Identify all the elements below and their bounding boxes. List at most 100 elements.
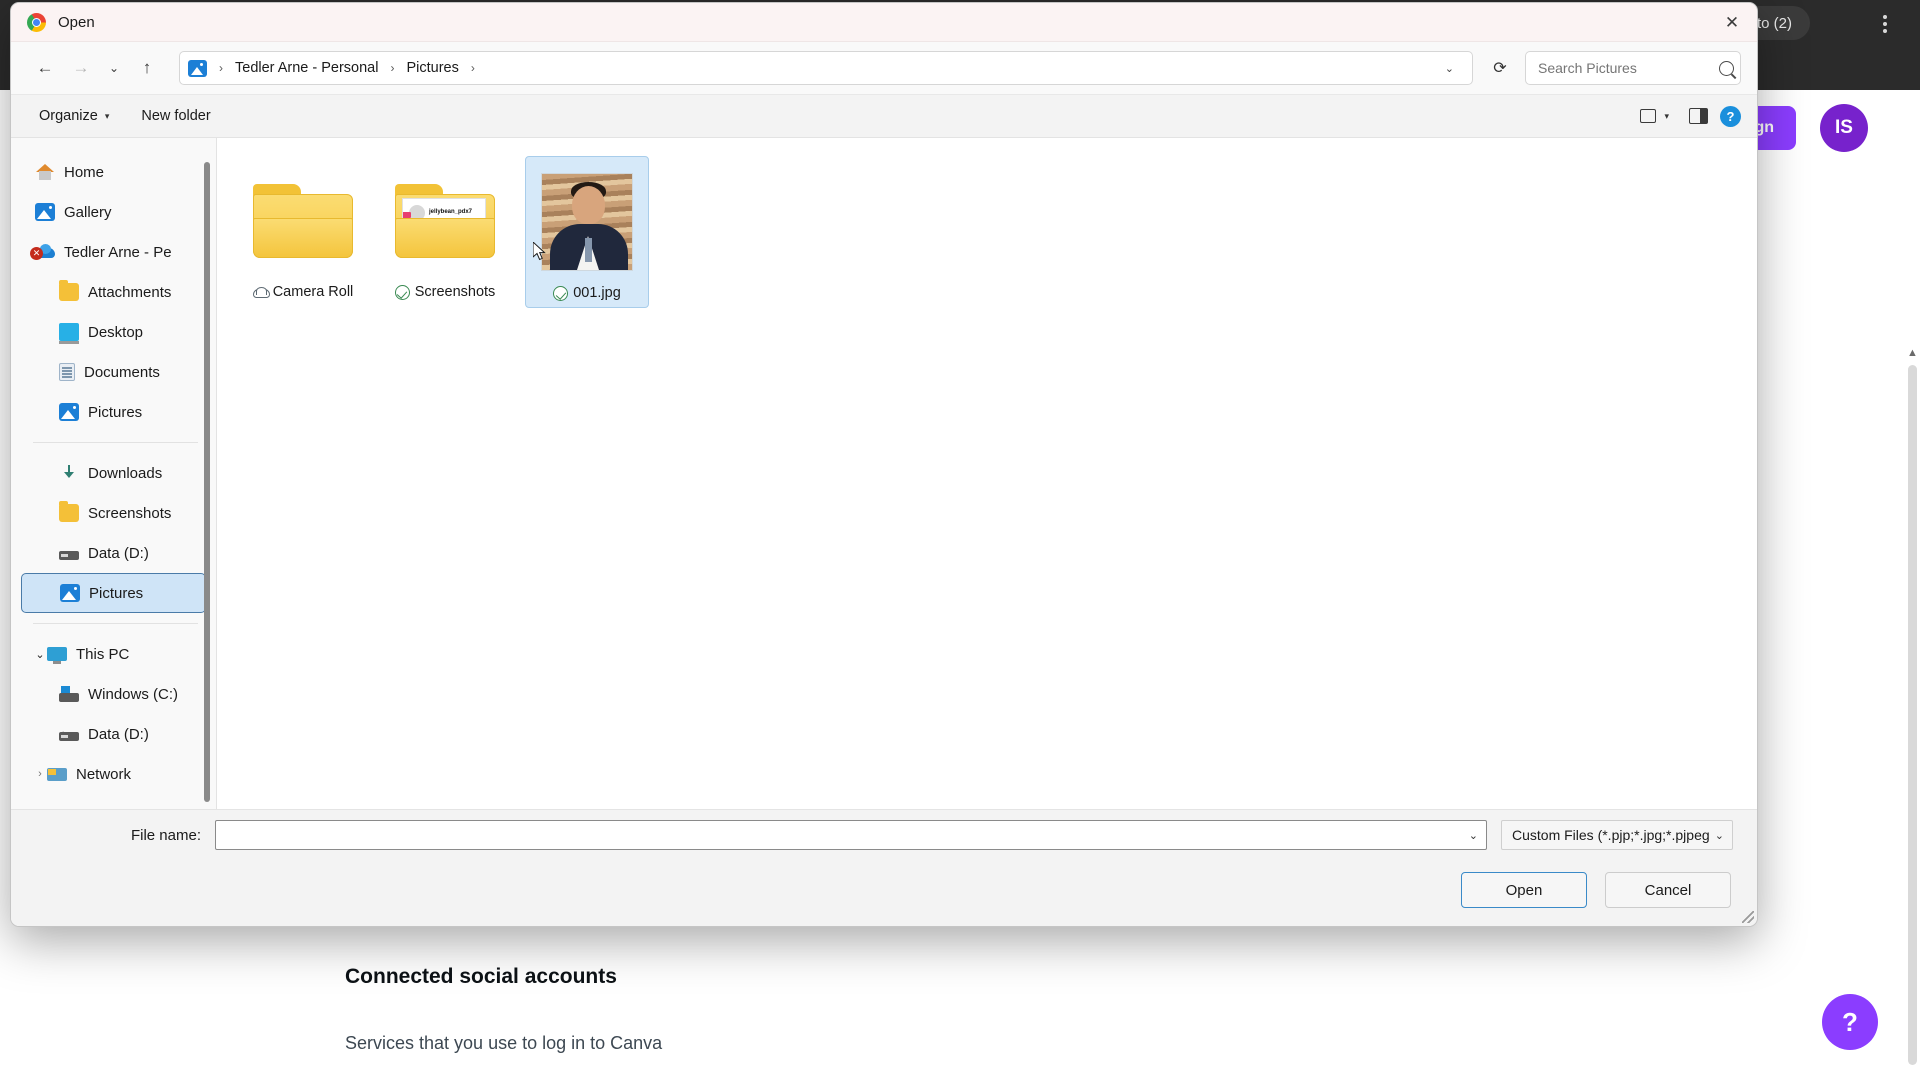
breadcrumb-separator-3: › [470, 61, 475, 75]
scroll-up-arrow-icon[interactable]: ▲ [1906, 347, 1919, 360]
pictures-icon [59, 403, 79, 421]
view-layout-icon [1640, 109, 1657, 123]
folder-thumbnail [251, 164, 355, 278]
file-item-001-jpg[interactable]: 001.jpg [525, 156, 649, 308]
view-options-button[interactable]: ▾ [1632, 104, 1677, 128]
network-icon [47, 767, 67, 781]
search-box[interactable] [1525, 51, 1741, 85]
sidebar-item-this-pc[interactable]: ⌄ This PC [21, 634, 206, 674]
file-name-field[interactable]: ⌄ [215, 820, 1487, 850]
three-dots-icon[interactable] [1872, 10, 1898, 38]
file-type-filter-value: Custom Files (*.pjp;*.jpg;*.pjpeg [1512, 827, 1710, 843]
file-item-name: Camera Roll [272, 284, 354, 300]
resize-grip[interactable] [1742, 911, 1754, 923]
sidebar-item-label: Pictures [89, 584, 144, 602]
file-name-input[interactable] [224, 827, 1463, 843]
sidebar-item-label: Data (D:) [88, 725, 149, 743]
sidebar-item-label: Gallery [64, 203, 112, 221]
home-icon [35, 163, 55, 181]
chevron-right-icon[interactable]: › [33, 768, 47, 780]
chevron-down-icon: ▾ [1664, 110, 1669, 121]
connected-accounts-subtext: Services that you use to log in to Canva [345, 1033, 663, 1053]
dialog-main-area: Home Gallery ⌄ ✕ Tedler Arne - Pe › Atta… [11, 138, 1757, 809]
sidebar-item-desktop[interactable]: › Desktop [21, 312, 206, 352]
this-pc-icon [47, 647, 67, 664]
breadcrumb-separator-2: › [390, 61, 395, 75]
image-thumbnail [535, 165, 639, 279]
onedrive-cloud-icon: ✕ [30, 243, 55, 261]
recent-locations-button[interactable]: ⌄ [99, 51, 129, 85]
file-item-label-row: 001.jpg [553, 285, 621, 301]
open-button[interactable]: Open [1461, 872, 1587, 908]
sidebar-item-screenshots[interactable]: Screenshots [21, 493, 206, 533]
file-item-label-row: Camera Roll [252, 284, 354, 300]
breadcrumb-item-onedrive[interactable]: Tedler Arne - Personal [231, 60, 382, 76]
address-bar[interactable]: › Tedler Arne - Personal › Pictures › ⌄ [179, 51, 1473, 85]
sync-available-check-icon [394, 284, 410, 300]
page-scrollbar[interactable] [1908, 365, 1917, 1065]
cloud-online-only-icon [252, 286, 270, 298]
help-fab-button[interactable]: ? [1822, 994, 1878, 1050]
organize-menu-button[interactable]: Organize ▾ [27, 102, 121, 130]
chevron-down-icon: ▾ [104, 110, 110, 121]
sidebar-item-network[interactable]: › Network [21, 754, 206, 794]
sidebar-item-data-d[interactable]: Data (D:) [21, 533, 206, 573]
file-item-name: Screenshots [414, 284, 496, 300]
cancel-button[interactable]: Cancel [1605, 872, 1731, 908]
sidebar-item-label: Tedler Arne - Pe [64, 243, 172, 261]
sidebar-item-label: Screenshots [88, 504, 172, 522]
file-type-filter-select[interactable]: Custom Files (*.pjp;*.jpg;*.pjpeg ⌄ [1501, 820, 1733, 850]
sidebar-item-documents[interactable]: › Documents [21, 352, 206, 392]
back-button[interactable]: ← [27, 51, 63, 85]
photo-preview [541, 173, 633, 271]
sync-available-check-icon [553, 285, 569, 301]
navigation-sidebar: Home Gallery ⌄ ✕ Tedler Arne - Pe › Atta… [11, 138, 216, 809]
desktop-icon [59, 323, 79, 344]
chevron-down-icon[interactable]: ⌄ [1463, 829, 1478, 842]
chevron-expanded-icon[interactable]: ⌄ [33, 648, 47, 661]
file-item-screenshots[interactable]: jellybean_pdx7 Screenshots [383, 156, 507, 308]
sync-error-badge-icon: ✕ [30, 247, 43, 260]
dialog-navigation-bar: ← → ⌄ ↑ › Tedler Arne - Personal › Pictu… [11, 42, 1757, 94]
sidebar-item-pictures-onedrive[interactable]: › Pictures [21, 392, 206, 432]
sidebar-item-gallery[interactable]: Gallery [21, 192, 206, 232]
sidebar-item-home[interactable]: Home [21, 152, 206, 192]
open-file-dialog: Open ✕ ← → ⌄ ↑ › Tedler Arne - Personal … [10, 2, 1758, 927]
sidebar-item-onedrive[interactable]: ⌄ ✕ Tedler Arne - Pe [21, 232, 206, 272]
search-input[interactable] [1538, 60, 1719, 76]
close-icon[interactable]: ✕ [1707, 3, 1757, 42]
drive-icon [59, 551, 79, 560]
sidebar-item-label: Home [64, 163, 105, 181]
folder-icon: jellybean_pdx7 [395, 184, 495, 258]
dialog-title: Open [58, 13, 95, 31]
pictures-icon [60, 584, 80, 602]
sidebar-item-pictures[interactable]: Pictures [21, 573, 206, 613]
file-item-camera-roll[interactable]: Camera Roll [241, 156, 365, 308]
sidebar-scrollbar[interactable] [204, 162, 210, 802]
search-icon [1715, 57, 1738, 79]
breadcrumb-item-pictures[interactable]: Pictures [402, 60, 462, 76]
up-one-level-button[interactable]: ↑ [129, 51, 165, 85]
chevron-down-icon[interactable]: ⌄ [1435, 62, 1464, 75]
avatar[interactable]: IS [1820, 103, 1868, 152]
connected-accounts-heading: Connected social accounts [345, 965, 617, 988]
sidebar-item-label: Attachments [88, 283, 172, 301]
sidebar-item-attachments[interactable]: › Attachments [21, 272, 206, 312]
file-grid: Camera Roll jellybean_pdx7 Screenshots 0… [241, 156, 1757, 308]
refresh-icon[interactable]: ⟳ [1483, 51, 1517, 85]
preview-pane-icon[interactable] [1689, 108, 1708, 124]
forward-button[interactable]: → [63, 51, 99, 85]
new-folder-button[interactable]: New folder [129, 102, 222, 130]
file-name-label: File name: [130, 826, 201, 844]
dialog-titlebar: Open ✕ [11, 3, 1757, 42]
folder-icon [59, 280, 79, 301]
sidebar-item-data-d-pc[interactable]: › Data (D:) [21, 714, 206, 754]
folder-icon [253, 184, 353, 258]
sidebar-item-windows-c[interactable]: › Windows (C:) [21, 674, 206, 714]
file-item-name: 001.jpg [573, 285, 621, 301]
windows-drive-icon [59, 685, 79, 702]
sidebar-item-downloads[interactable]: Downloads [21, 453, 206, 493]
sidebar-item-label: Pictures [88, 403, 143, 421]
mouse-cursor-icon [533, 242, 546, 261]
help-circle-icon[interactable]: ? [1720, 105, 1741, 127]
